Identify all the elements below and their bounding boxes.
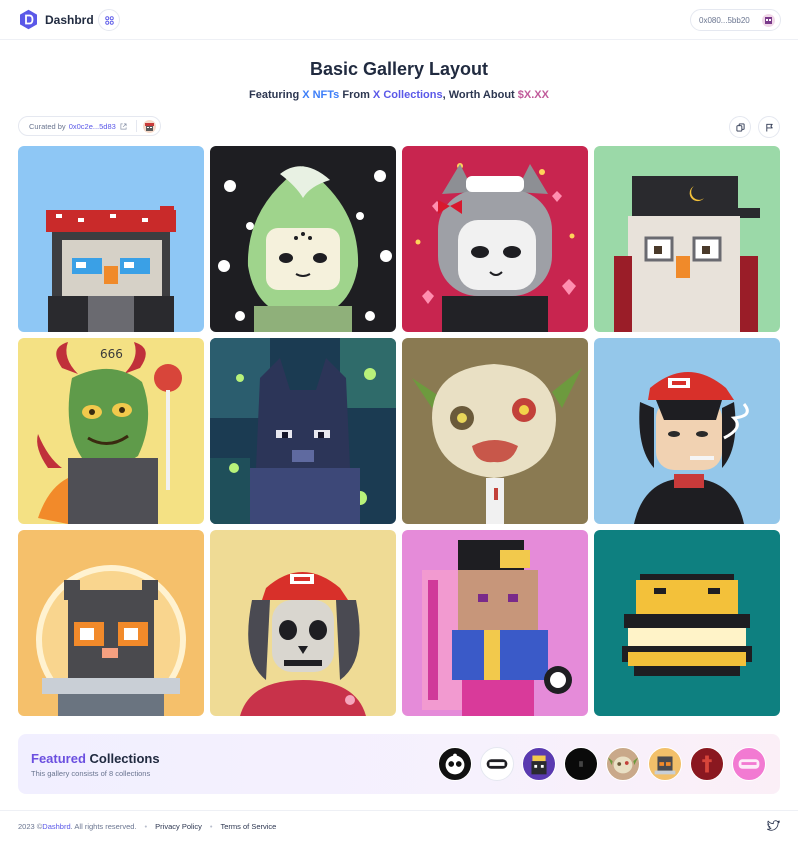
gallery-summary: Featuring X NFTs From X Collections, Wor… [249, 89, 549, 101]
wallet-button[interactable]: 0x080...5bb20 [690, 9, 781, 31]
nft-image-red-cap-boy [594, 338, 780, 524]
collection-avatar-8[interactable] [732, 747, 766, 781]
nft-image-pixel-owl-bandana [18, 146, 204, 332]
external-link-icon [120, 123, 127, 129]
nft-image-pixel-wolf-forest [210, 338, 396, 524]
collection-avatar-7[interactable] [690, 747, 724, 781]
gallery-value: $X.XX [517, 89, 549, 101]
nft-image-green-creature-stars [210, 146, 396, 332]
featured-collections-panel: Featured Collections This gallery consis… [18, 734, 780, 794]
curator-address[interactable]: 0x0c2e...5d83 [69, 122, 116, 131]
nft-card[interactable] [594, 338, 780, 524]
nft-image-pixel-pink-character [402, 530, 588, 716]
footer-divider [0, 810, 798, 811]
curator-avatar [143, 120, 156, 133]
collection-avatar-2[interactable] [480, 747, 514, 781]
collection-count: X Collections [372, 89, 443, 101]
nft-image-goblin-head [402, 338, 588, 524]
nft-card[interactable] [210, 530, 396, 716]
copy-link-button[interactable] [729, 116, 751, 138]
nft-card[interactable] [210, 146, 396, 332]
footer-separator: • [209, 822, 213, 831]
copy-icon [735, 122, 745, 132]
grid-icon [104, 15, 114, 25]
nft-card[interactable] [18, 530, 204, 716]
collection-avatar-5[interactable] [606, 747, 640, 781]
footer-separator: • [144, 822, 148, 831]
apps-menu-button[interactable] [98, 9, 120, 31]
privacy-policy-link[interactable]: Privacy Policy [155, 822, 202, 831]
nft-image-zombie-demon: 666 [18, 338, 204, 524]
nft-image-pixel-cat-astronaut [18, 530, 204, 716]
nft-card[interactable] [210, 338, 396, 524]
collection-avatar-6[interactable] [648, 747, 682, 781]
top-navbar: Dashbrd 0x080...5bb20 [0, 0, 798, 40]
collection-avatar-4[interactable] [564, 747, 598, 781]
wallet-avatar [762, 14, 775, 27]
svg-text:666: 666 [100, 347, 123, 361]
nft-image-cat-maid-hearts [402, 146, 588, 332]
featured-subtitle: This gallery consists of 8 collections [31, 769, 151, 778]
terms-of-service-link[interactable]: Terms of Service [220, 822, 276, 831]
nft-card[interactable] [18, 146, 204, 332]
wallet-address: 0x080...5bb20 [699, 15, 750, 25]
nft-image-pixel-frog-burger [594, 530, 780, 716]
page-title: Basic Gallery Layout [309, 59, 489, 79]
collection-avatar-3[interactable] [522, 747, 556, 781]
twitter-icon[interactable] [767, 820, 780, 832]
nft-card[interactable] [402, 530, 588, 716]
featured-title: Featured Collections [31, 751, 160, 766]
collection-avatar-1[interactable] [438, 747, 472, 781]
dashbrd-logo-icon[interactable] [18, 9, 39, 30]
curated-label: Curated by [29, 121, 66, 131]
nft-image-skeleton-cap [210, 530, 396, 716]
flag-icon [765, 123, 773, 132]
divider [136, 120, 137, 132]
nft-gallery-grid: 666 [18, 146, 780, 716]
nft-card[interactable]: 666 [18, 338, 204, 524]
nft-card[interactable] [594, 530, 780, 716]
footer-brand-link[interactable]: Dashbrd [42, 822, 70, 831]
footer: 2023 © Dashbrd. All rights reserved. • P… [18, 822, 277, 831]
brand-name[interactable]: Dashbrd [45, 13, 94, 27]
nft-card[interactable] [402, 338, 588, 524]
nft-card[interactable] [402, 146, 588, 332]
curator-badge[interactable]: Curated by 0x0c2e...5d83 [18, 116, 161, 136]
nft-card[interactable] [594, 146, 780, 332]
nft-image-pixel-owl-cap [594, 146, 780, 332]
nft-count: X NFTs [302, 89, 340, 101]
report-button[interactable] [758, 116, 780, 138]
